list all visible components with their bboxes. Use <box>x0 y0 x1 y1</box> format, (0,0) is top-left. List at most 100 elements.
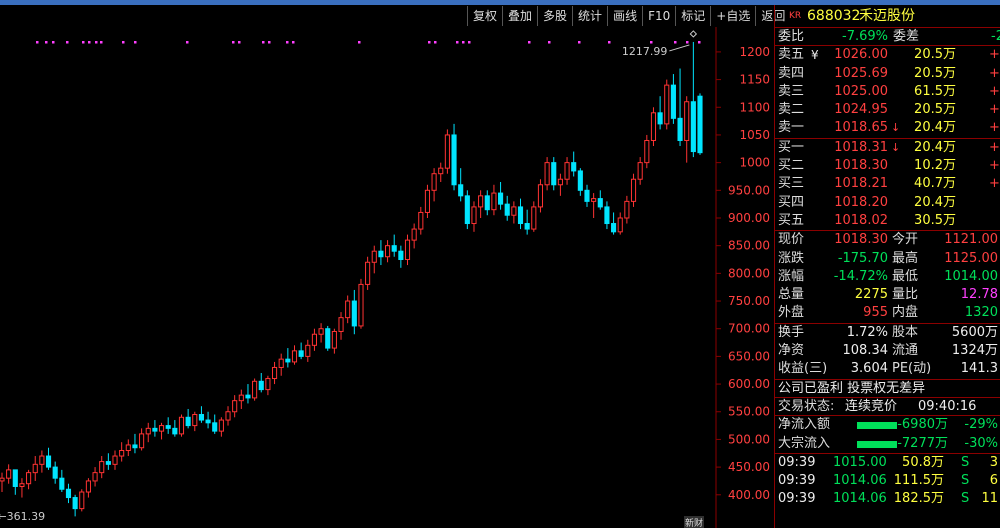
stock-name: 禾迈股份 <box>859 8 915 24</box>
toolbar-button-7[interactable]: +自选 <box>710 6 755 26</box>
weicha-label: 委差 <box>893 29 920 44</box>
event-marker <box>462 41 465 44</box>
quote-label: 总量 <box>778 287 805 303</box>
candle-body <box>604 206 610 225</box>
candle-body <box>318 328 324 335</box>
low-price-label: ←361.39 <box>0 510 45 523</box>
candle-body <box>232 400 238 413</box>
candle-body <box>39 455 45 465</box>
event-marker <box>66 41 69 44</box>
sell_orders-volume: 20.5万 <box>914 65 956 81</box>
toolbar-button-1[interactable]: 叠加 <box>502 6 537 26</box>
event-marker <box>528 41 531 44</box>
toolbar-button-2[interactable]: 多股 <box>537 6 572 26</box>
candle-body <box>637 162 643 180</box>
candle-body <box>630 178 637 202</box>
candle-body <box>245 394 251 399</box>
toolbar-button-6[interactable]: 标记 <box>675 6 710 26</box>
y-tick-label: 650.00 <box>728 349 770 363</box>
fundamentals-block: 换手 1.72% 股本 5600万 净资 108.34 流通 1324万 收益(三) 3.604 P… <box>775 322 1000 379</box>
candle-body <box>451 134 457 186</box>
toolbar-button-0[interactable]: 复权 <box>467 6 502 26</box>
sell_orders-row: 卖二 1024.95 20.5万 +2 <box>775 101 1000 119</box>
candle-body <box>404 239 411 261</box>
quote-value: 2275 <box>854 287 888 303</box>
event-marker <box>95 41 98 44</box>
candle-body <box>697 95 703 154</box>
candle-body <box>664 84 670 125</box>
sell_orders-volume: 20.5万 <box>914 47 956 63</box>
candle-body <box>524 223 530 230</box>
sell_orders-label: 卖五 <box>778 47 805 63</box>
candle-body <box>670 84 676 119</box>
candle-body <box>431 173 437 191</box>
event-marker <box>36 41 39 44</box>
sell_orders-volume: 20.4万 <box>914 120 956 136</box>
candle-body <box>325 328 331 349</box>
quote-label: 最低 <box>892 268 919 284</box>
currency-mark: ¥ <box>811 48 819 63</box>
quote-value: -14.72% <box>833 268 888 284</box>
news-marker-label[interactable]: 新财 <box>685 517 703 528</box>
candle-body <box>564 162 570 180</box>
toolbar-button-5[interactable]: F10 <box>642 6 675 26</box>
candle-body <box>225 411 231 421</box>
candle-body <box>684 101 690 141</box>
flow-row: 大宗流入 -7277万 -30% <box>775 435 1000 453</box>
buy_orders-price: 1018.21 <box>834 176 888 192</box>
flow-row: 净流入额 -6980万 -29% <box>775 416 1000 434</box>
buy_orders-volume: 30.5万 <box>914 212 956 228</box>
fund-label: PE(动) <box>892 361 932 377</box>
candle-body <box>418 211 424 230</box>
candle-body <box>611 223 617 233</box>
candle-body <box>351 300 357 327</box>
y-tick-label: 450.00 <box>728 460 770 474</box>
candle-body <box>278 358 284 368</box>
candle-body <box>644 139 650 164</box>
candle-body <box>484 195 490 211</box>
sell_orders-change: +2 <box>989 102 1000 118</box>
sell_orders-label: 卖三 <box>778 83 805 99</box>
toolbar-button-4[interactable]: 画线 <box>607 6 642 26</box>
buy_orders-volume: 10.2万 <box>914 158 956 174</box>
tick-row: 09:39 1015.00 50.8万 S 3 <box>775 454 1000 472</box>
candle-body <box>338 317 344 332</box>
candle-body <box>139 433 145 449</box>
candle-body <box>125 444 131 451</box>
kline-chart[interactable]: 400.00 450.00 500.00 550.00 600.00 650.00 700.… <box>0 27 774 528</box>
candle-body <box>531 206 537 230</box>
event-marker <box>358 41 361 44</box>
tick-list[interactable]: 09:39 1015.00 50.8万 S 3 09:39 1014.06 111.5万 S 6 0… <box>775 452 1000 509</box>
candle-body <box>311 333 317 346</box>
quote-row: 涨幅 -14.72% 最低 1014.00 <box>775 268 1000 286</box>
fund-value: 141.3 <box>960 361 998 377</box>
candle-body <box>305 344 311 357</box>
candle-body <box>285 358 291 363</box>
buy_orders-label: 买四 <box>778 194 805 210</box>
event-marker <box>232 41 235 44</box>
fund-value: 1.72% <box>846 324 888 340</box>
sell_orders-price: 1025.69 <box>834 65 888 81</box>
toolbar-button-3[interactable]: 统计 <box>572 6 607 26</box>
notice-row: 公司已盈利 投票权无差异 <box>775 378 1000 397</box>
buy_orders-volume: 20.4万 <box>914 194 956 210</box>
fund-row: 收益(三) 3.604 PE(动) 141.3 <box>775 360 1000 378</box>
notice-text: 公司已盈利 投票权无差异 <box>778 380 926 396</box>
event-marker <box>268 41 271 44</box>
candle-body <box>258 380 264 391</box>
fund-value: 3.604 <box>850 361 888 377</box>
y-tick-label: 950.00 <box>728 183 770 197</box>
sell_orders-change: +2 <box>989 120 1000 136</box>
fund-label: 净资 <box>778 343 805 359</box>
flow-value: -7277万 <box>897 435 948 451</box>
high-leader-line <box>669 44 690 52</box>
fund-row: 净资 108.34 流通 1324万 <box>775 342 1000 360</box>
buy_orders-price: 1018.20 <box>834 194 888 210</box>
event-marker <box>674 41 677 44</box>
candle-body <box>571 162 577 172</box>
y-tick-label: 600.00 <box>728 377 770 391</box>
candle-body <box>12 469 18 487</box>
tick-count: 11 <box>981 491 998 507</box>
y-tick-label: 1050 <box>739 128 770 142</box>
buy_orders-volume: 20.4万 <box>914 139 956 155</box>
